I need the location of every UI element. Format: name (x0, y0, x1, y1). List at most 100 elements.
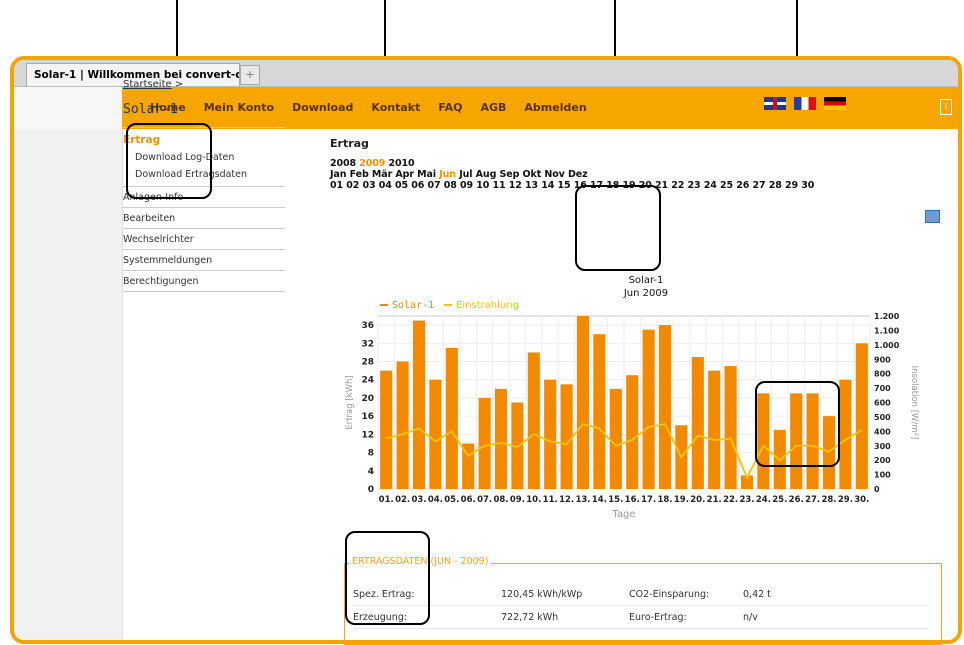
day-08[interactable]: 08 (444, 180, 457, 191)
x-tick-label: 06. (461, 495, 476, 505)
day-26[interactable]: 26 (736, 180, 749, 191)
x-tick-label: 29. (838, 495, 853, 505)
x-tick-label: 13. (575, 495, 590, 505)
page-title: Ertrag (330, 137, 369, 150)
day-28[interactable]: 28 (769, 180, 782, 191)
day-25[interactable]: 25 (720, 180, 733, 191)
y-tick-label: 32 (361, 339, 374, 349)
month-Dez[interactable]: Dez (568, 169, 588, 180)
info-icon[interactable]: i (940, 99, 952, 115)
day-24[interactable]: 24 (704, 180, 717, 191)
breadcrumb: Startseite > (123, 79, 285, 90)
x-tick-label: 21. (707, 495, 722, 505)
co2-label: CO2-Einsparung: (629, 588, 710, 600)
day-15[interactable]: 15 (558, 180, 571, 191)
x-tick-label: 26. (789, 495, 804, 505)
month-Apr[interactable]: Apr (395, 169, 414, 180)
year-2008[interactable]: 2008 (330, 158, 356, 169)
day-09[interactable]: 09 (460, 180, 473, 191)
bar-day-03. (412, 320, 426, 489)
bar-day-02. (396, 361, 409, 489)
day-02[interactable]: 02 (346, 180, 359, 191)
day-05[interactable]: 05 (395, 180, 408, 191)
y-tick-label: 36 (361, 321, 374, 331)
bar-day-07. (478, 397, 491, 489)
x-tick-label: 01. (379, 495, 394, 505)
month-Jan[interactable]: Jan (330, 169, 347, 180)
x-tick-label: 09. (510, 495, 525, 505)
sidebar-item-bearbeiten[interactable]: Bearbeiten (123, 208, 285, 229)
y2-tick-label: 800 (874, 370, 891, 379)
day-22[interactable]: 22 (671, 180, 684, 191)
year-2010[interactable]: 2010 (389, 158, 415, 169)
day-27[interactable]: 27 (753, 180, 766, 191)
table-row: Spez. Ertrag: 120,45 kWh/kWp CO2-Einspar… (353, 583, 928, 606)
month-Mai[interactable]: Mai (417, 169, 436, 180)
month-Okt[interactable]: Okt (523, 169, 542, 180)
day-01[interactable]: 01 (330, 180, 343, 191)
month-Jun[interactable]: Jun (439, 169, 456, 180)
y2-tick-label: 700 (874, 384, 891, 393)
month-Jul[interactable]: Jul (459, 169, 472, 180)
month-Nov[interactable]: Nov (544, 169, 564, 180)
bar-day-22. (724, 366, 737, 489)
y-tick-label: 12 (361, 430, 374, 440)
day-23[interactable]: 23 (688, 180, 701, 191)
day-06[interactable]: 06 (411, 180, 424, 191)
breadcrumb-startseite[interactable]: Startseite (123, 79, 172, 90)
day-07[interactable]: 07 (428, 180, 441, 191)
x-tick-label: 03. (411, 495, 426, 505)
x-tick-label: 20. (690, 495, 705, 505)
year-2009[interactable]: 2009 (359, 158, 385, 169)
y2-tick-label: 500 (874, 413, 891, 422)
month-Aug[interactable]: Aug (476, 169, 497, 180)
y-tick-label: 24 (361, 376, 374, 386)
y-axis-title: Ertrag [kWh] (345, 375, 355, 429)
bar-day-05. (445, 347, 458, 489)
sidebar-item-berechtigungen[interactable]: Berechtigungen (123, 271, 285, 292)
sidebar-item-wechselrichter[interactable]: Wechselrichter (123, 229, 285, 250)
bar-day-11. (544, 379, 557, 489)
day-11[interactable]: 11 (493, 180, 506, 191)
legend-einstrahlung: Einstrahlung (456, 300, 519, 311)
x-tick-label: 10. (526, 495, 541, 505)
day-29[interactable]: 29 (785, 180, 798, 191)
day-10[interactable]: 10 (476, 180, 489, 191)
bar-day-12. (560, 384, 573, 489)
x-tick-label: 17. (641, 495, 656, 505)
left-strip (14, 129, 123, 640)
day-14[interactable]: 14 (541, 180, 554, 191)
nav-left-pad (14, 87, 122, 129)
x-axis-title: Tage (611, 509, 635, 520)
x-tick-label: 08. (493, 495, 508, 505)
x-tick-label: 28. (821, 495, 836, 505)
day-03[interactable]: 03 (363, 180, 376, 191)
callout-box-bars (755, 381, 840, 467)
y-tick-label: 8 (368, 449, 374, 459)
y-tick-label: 20 (361, 394, 374, 404)
x-tick-label: 27. (805, 495, 820, 505)
euro-ertrag-label: Euro-Ertrag: (629, 611, 687, 623)
month-Sep[interactable]: Sep (500, 169, 520, 180)
bar-day-18. (658, 325, 672, 489)
callout-box-datatable (345, 531, 430, 625)
x-tick-label: 04. (428, 495, 443, 505)
day-30[interactable]: 30 (801, 180, 814, 191)
export-icon[interactable] (925, 210, 940, 223)
day-13[interactable]: 13 (525, 180, 538, 191)
month-Feb[interactable]: Feb (350, 169, 369, 180)
yield-data-table: Spez. Ertrag: 120,45 kWh/kWp CO2-Einspar… (353, 583, 928, 629)
month-Mär[interactable]: Mär (372, 169, 392, 180)
y-tick-label: 28 (361, 358, 374, 368)
x-tick-label: 25. (772, 495, 787, 505)
x-tick-label: 30. (854, 495, 869, 505)
day-04[interactable]: 04 (379, 180, 392, 191)
y2-tick-label: 600 (874, 399, 891, 408)
sidebar-item-systemmeldungen[interactable]: Systemmeldungen (123, 250, 285, 271)
y2-axis-title: Insolation [W/m²] (909, 366, 919, 440)
y2-tick-label: 300 (874, 442, 891, 451)
day-12[interactable]: 12 (509, 180, 522, 191)
table-row: Erzeugung: 722,72 kWh Euro-Ertrag: n/v (353, 606, 928, 629)
callout-box-days (575, 185, 661, 271)
x-tick-label: 05. (444, 495, 459, 505)
